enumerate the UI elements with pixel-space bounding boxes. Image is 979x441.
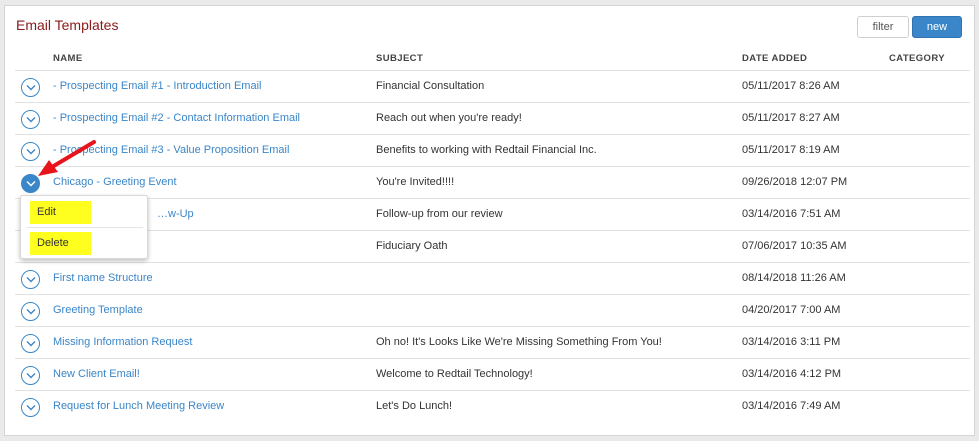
row-actions-menu: Edit Delete: [20, 195, 148, 259]
table-row: Missing Information Request Oh no! It's …: [15, 326, 970, 358]
template-subject: Let's Do Lunch!: [376, 400, 453, 412]
chevron-down-icon[interactable]: [21, 334, 40, 353]
table-row: - Prospecting Email #3 - Value Propositi…: [15, 134, 970, 166]
template-name-link[interactable]: Missing Information Request: [53, 336, 192, 348]
template-date-added: 05/11/2017 8:26 AM: [742, 80, 840, 92]
menu-item-edit[interactable]: Edit: [28, 199, 142, 226]
table-row: Request for Lunch Meeting Review Let's D…: [15, 390, 970, 422]
chevron-down-icon[interactable]: [21, 398, 40, 417]
filter-button[interactable]: filter: [857, 16, 909, 38]
new-button[interactable]: new: [912, 16, 962, 38]
template-name-link[interactable]: Request for Lunch Meeting Review: [53, 400, 224, 412]
email-templates-panel: Email Templates filter new NAME SUBJECT …: [4, 5, 975, 436]
template-name-link[interactable]: New Client Email!: [53, 368, 140, 380]
template-date-added: 04/20/2017 7:00 AM: [742, 304, 841, 316]
column-header-date-added[interactable]: DATE ADDED: [742, 53, 807, 64]
menu-item-edit-label: Edit: [37, 206, 56, 218]
template-date-added: 05/11/2017 8:19 AM: [742, 144, 840, 156]
menu-divider: [27, 227, 143, 228]
template-name-link[interactable]: First name Structure: [53, 272, 153, 284]
table-row: New Client Email! Welcome to Redtail Tec…: [15, 358, 970, 390]
red-arrow-icon: [38, 140, 96, 176]
table-row: Fiduciary Oath 07/06/2017 10:35 AM: [15, 230, 970, 262]
template-subject: You're Invited!!!!: [376, 176, 455, 188]
template-date-added: 03/14/2016 7:51 AM: [742, 208, 841, 220]
table-row: - Prospecting Email #1 - Introduction Em…: [15, 70, 970, 102]
menu-item-delete[interactable]: Delete: [28, 230, 142, 257]
template-subject: Reach out when you're ready!: [376, 112, 522, 124]
chevron-down-icon[interactable]: [21, 302, 40, 321]
template-name-link[interactable]: …w-Up: [157, 208, 194, 220]
template-name-link[interactable]: Greeting Template: [53, 304, 143, 316]
column-header-category[interactable]: CATEGORY: [889, 53, 945, 64]
chevron-down-icon[interactable]: [21, 366, 40, 385]
table-row-active: Chicago - Greeting Event You're Invited!…: [15, 166, 970, 198]
chevron-down-icon[interactable]: [21, 270, 40, 289]
template-subject: Fiduciary Oath: [376, 240, 448, 252]
column-header-name[interactable]: NAME: [53, 53, 83, 64]
template-date-added: 05/11/2017 8:27 AM: [742, 112, 840, 124]
table-row: - Prospecting Email #2 - Contact Informa…: [15, 102, 970, 134]
template-name-link[interactable]: - Prospecting Email #2 - Contact Informa…: [53, 112, 300, 124]
template-subject: Follow-up from our review: [376, 208, 503, 220]
template-date-added: 08/14/2018 11:26 AM: [742, 272, 846, 284]
template-date-added: 03/14/2016 3:11 PM: [742, 336, 841, 348]
menu-item-delete-label: Delete: [37, 237, 69, 249]
template-subject: Benefits to working with Redtail Financi…: [376, 144, 597, 156]
template-subject: Oh no! It's Looks Like We're Missing Som…: [376, 336, 662, 348]
column-header-subject[interactable]: SUBJECT: [376, 53, 423, 64]
table-row: First name Structure 08/14/2018 11:26 AM: [15, 262, 970, 294]
table-row: …w-Up Follow-up from our review 03/14/20…: [15, 198, 970, 230]
template-date-added: 07/06/2017 10:35 AM: [742, 240, 847, 252]
template-date-added: 03/14/2016 4:12 PM: [742, 368, 842, 380]
chevron-down-icon[interactable]: [21, 110, 40, 129]
chevron-down-icon[interactable]: [21, 78, 40, 97]
table-row: Greeting Template 04/20/2017 7:00 AM: [15, 294, 970, 326]
page-title: Email Templates: [16, 17, 119, 33]
template-name-link[interactable]: - Prospecting Email #1 - Introduction Em…: [53, 80, 261, 92]
template-subject: Welcome to Redtail Technology!: [376, 368, 533, 380]
template-subject: Financial Consultation: [376, 80, 485, 92]
template-date-added: 03/14/2016 7:49 AM: [742, 400, 841, 412]
template-date-added: 09/26/2018 12:07 PM: [742, 176, 848, 188]
